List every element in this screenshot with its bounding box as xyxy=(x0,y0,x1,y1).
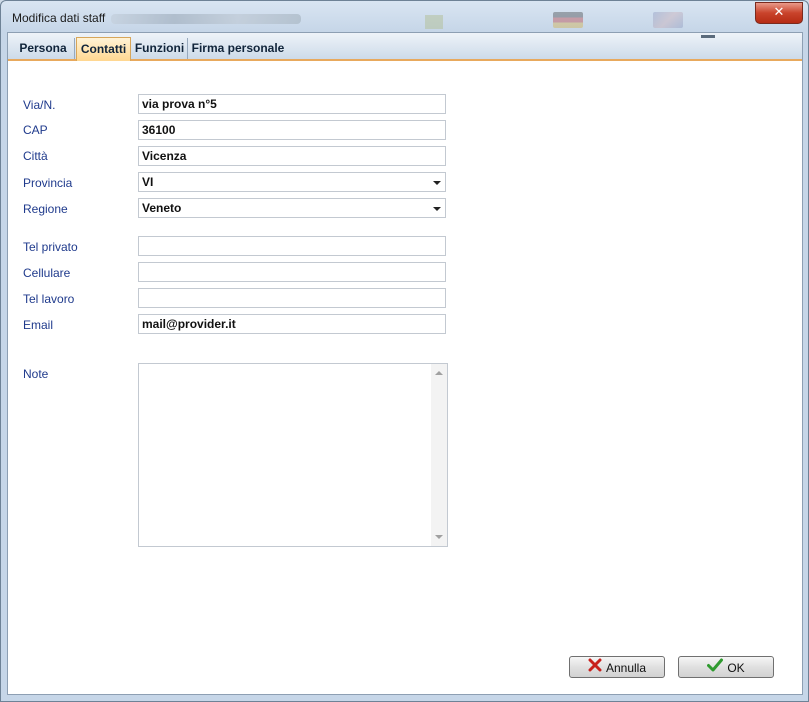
ok-label: OK xyxy=(727,660,745,675)
tab-label: Persona xyxy=(19,41,67,55)
cap-value: 36100 xyxy=(142,123,176,137)
check-icon xyxy=(707,658,724,678)
chevron-down-icon[interactable] xyxy=(433,207,441,211)
dialog-window: Modifica dati staff ✕ Persona Contatti F… xyxy=(0,0,809,702)
citta-value: Vicenza xyxy=(142,149,187,163)
x-icon xyxy=(588,658,602,678)
flag-icon xyxy=(653,12,683,28)
ok-button[interactable]: OK xyxy=(678,656,774,678)
provincia-label: Provincia xyxy=(23,176,73,190)
background-icon-blur xyxy=(425,15,443,29)
tab-scroll-marker xyxy=(701,35,715,38)
close-icon: ✕ xyxy=(773,5,785,20)
cancel-label: Annulla xyxy=(605,660,647,675)
tab-strip: Persona Contatti Funzioni Firma personal… xyxy=(8,33,802,61)
tab-firma-personale[interactable]: Firma personale xyxy=(189,38,287,59)
via-field[interactable]: via prova n°5 xyxy=(138,94,446,114)
dialog-client-area: Persona Contatti Funzioni Firma personal… xyxy=(7,32,803,695)
cellulare-field[interactable] xyxy=(138,262,446,282)
tab-label: Funzioni xyxy=(134,41,185,55)
email-field[interactable]: mail@provider.it xyxy=(138,314,446,334)
tel-lavoro-label: Tel lavoro xyxy=(23,292,75,306)
close-button[interactable]: ✕ xyxy=(755,2,803,24)
tab-label: Contatti xyxy=(80,42,127,56)
chevron-down-icon[interactable] xyxy=(433,181,441,185)
via-value: via prova n°5 xyxy=(142,97,217,111)
background-window-title-blur xyxy=(111,14,301,24)
cap-field[interactable]: 36100 xyxy=(138,120,446,140)
via-label: Via/N. xyxy=(23,98,56,112)
note-label: Note xyxy=(23,367,49,381)
tel-lavoro-field[interactable] xyxy=(138,288,446,308)
tab-funzioni[interactable]: Funzioni xyxy=(132,38,188,59)
cellulare-label: Cellulare xyxy=(23,266,71,280)
note-textarea[interactable] xyxy=(138,363,448,547)
tab-label: Firma personale xyxy=(191,41,285,55)
scroll-down-icon[interactable] xyxy=(435,535,443,539)
email-label: Email xyxy=(23,318,54,332)
regione-value: Veneto xyxy=(142,201,182,215)
tab-persona[interactable]: Persona xyxy=(12,38,75,59)
cap-label: CAP xyxy=(23,123,48,137)
regione-select[interactable]: Veneto xyxy=(138,198,446,218)
window-title: Modifica dati staff xyxy=(12,11,106,25)
tel-privato-label: Tel privato xyxy=(23,240,78,254)
scroll-up-icon[interactable] xyxy=(435,371,443,375)
provincia-select[interactable]: VI xyxy=(138,172,446,192)
flag-icon xyxy=(553,12,583,28)
provincia-value: VI xyxy=(142,175,154,189)
citta-field[interactable]: Vicenza xyxy=(138,146,446,166)
note-scrollbar[interactable] xyxy=(431,364,447,546)
tab-contatti[interactable]: Contatti xyxy=(76,37,131,61)
citta-label: Città xyxy=(23,149,48,163)
tel-privato-field[interactable] xyxy=(138,236,446,256)
title-bar[interactable]: Modifica dati staff ✕ xyxy=(1,1,808,33)
cancel-button[interactable]: Annulla xyxy=(569,656,665,678)
regione-label: Regione xyxy=(23,202,68,216)
email-value: mail@provider.it xyxy=(142,317,236,331)
